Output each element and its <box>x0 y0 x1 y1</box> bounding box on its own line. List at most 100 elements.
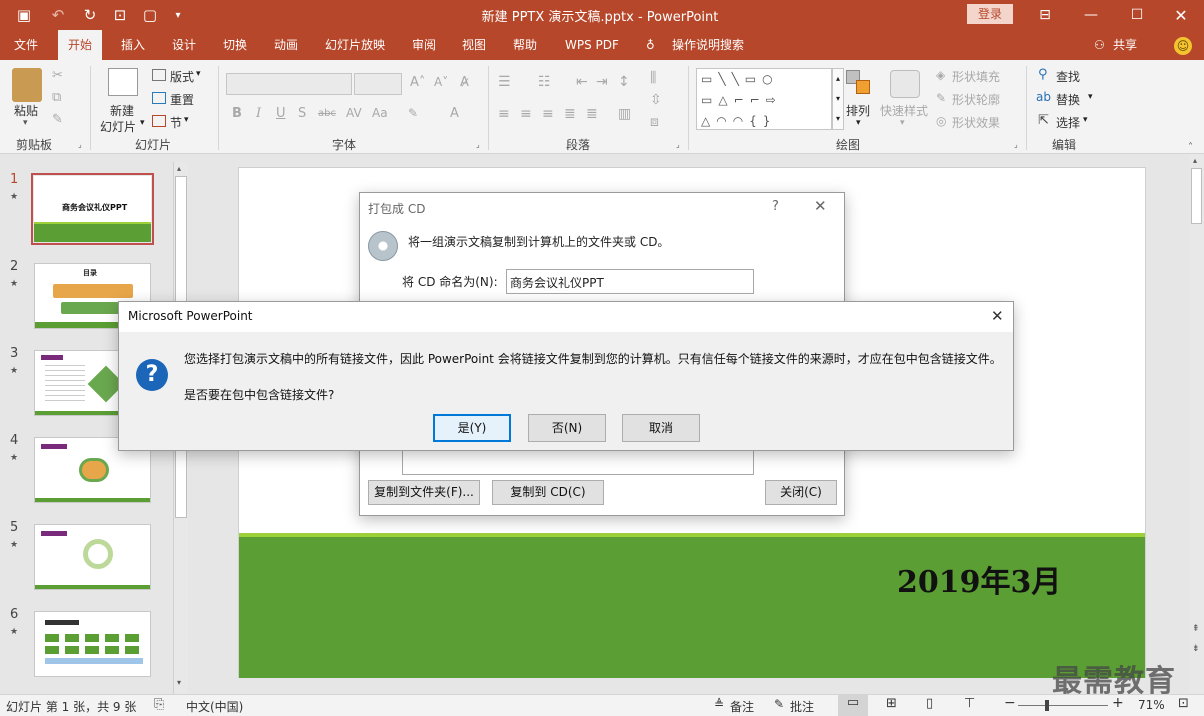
tab-slideshow[interactable]: 幻灯片放映 <box>325 30 385 60</box>
clear-formatting-icon[interactable]: A̷ <box>460 75 469 90</box>
arrange-icon[interactable] <box>846 70 872 96</box>
save-icon[interactable]: ▣ <box>12 3 36 27</box>
help-icon[interactable]: ? <box>772 199 779 214</box>
zoom-level[interactable]: 71% <box>1138 698 1165 712</box>
tab-design[interactable]: 设计 <box>172 30 196 60</box>
cut-icon[interactable]: ✂ <box>52 68 63 83</box>
no-button[interactable]: 否(N) <box>528 414 606 442</box>
fit-to-window-icon[interactable]: ⊡ <box>1178 696 1189 711</box>
align-center-icon[interactable]: ≡ <box>520 106 532 122</box>
next-slide-icon[interactable]: ⇟ <box>1192 644 1200 654</box>
paste-icon[interactable] <box>12 68 42 102</box>
slide-thumbnail[interactable] <box>34 524 151 590</box>
find-button[interactable]: 查找 <box>1056 68 1080 85</box>
paragraph-launcher-icon[interactable]: ⌟ <box>676 140 680 149</box>
text-direction-icon[interactable]: ⫼ <box>650 70 656 86</box>
copy-icon[interactable]: ⧉ <box>52 90 61 105</box>
scroll-down-icon[interactable]: ▾ <box>177 678 181 687</box>
shape-effects-button[interactable]: 形状效果 <box>952 114 1000 131</box>
columns-icon[interactable]: ▥ <box>618 106 631 122</box>
align-right-icon[interactable]: ≡ <box>542 106 554 122</box>
font-color-icon[interactable]: A <box>450 106 459 121</box>
notes-button[interactable]: 备注 <box>730 698 754 715</box>
redo-icon[interactable]: ↻ <box>78 3 102 27</box>
line-spacing-icon[interactable]: ↕ <box>618 74 630 90</box>
comments-button[interactable]: 批注 <box>790 698 814 715</box>
present-from-start-icon[interactable]: ⊡ <box>108 3 132 27</box>
scroll-up-icon[interactable]: ▴ <box>1193 156 1197 165</box>
paste-button[interactable]: 粘贴 <box>14 102 38 119</box>
arrange-dropdown-icon[interactable]: ▾ <box>856 118 861 128</box>
quick-styles-button[interactable]: 快速样式 <box>880 102 928 119</box>
highlight-icon[interactable]: ✎ <box>408 106 418 120</box>
character-spacing-icon[interactable]: AV <box>346 106 362 120</box>
layout-button[interactable]: 版式 <box>170 68 194 85</box>
shapes-gallery[interactable]: ▭╲╲▭○ ▭△⌐⌐⇨ △◠◠{} <box>696 68 832 130</box>
replace-dropdown-icon[interactable]: ▾ <box>1088 92 1093 102</box>
increase-indent-icon[interactable]: ⇥ <box>596 74 608 90</box>
font-size-combobox[interactable] <box>354 73 402 95</box>
new-slide-dropdown-icon[interactable]: ▾ <box>140 118 145 128</box>
minimize-icon[interactable]: — <box>1068 0 1114 30</box>
layout-dropdown-icon[interactable]: ▾ <box>196 69 201 79</box>
section-button[interactable]: 节 <box>170 114 182 131</box>
tab-wps-pdf[interactable]: WPS PDF <box>565 30 619 60</box>
tab-view[interactable]: 视图 <box>462 30 486 60</box>
shapes-gallery-scroll[interactable]: ▴ ▾ ▾ <box>832 68 844 130</box>
yes-button[interactable]: 是(Y) <box>433 414 511 442</box>
strikethrough-icon[interactable]: abc <box>318 108 336 119</box>
cd-name-input[interactable]: 商务会议礼仪PPT <box>506 269 754 294</box>
quick-styles-dropdown-icon[interactable]: ▾ <box>900 118 905 128</box>
section-dropdown-icon[interactable]: ▾ <box>184 115 189 125</box>
spelling-check-icon[interactable]: ⎘ <box>154 697 164 712</box>
quick-styles-icon[interactable] <box>890 70 920 98</box>
align-text-icon[interactable]: ⇳ <box>650 92 662 108</box>
close-dialog-icon[interactable]: ✕ <box>991 307 1004 325</box>
zoom-in-icon[interactable]: + <box>1112 695 1124 711</box>
reading-view-icon[interactable]: ▯ <box>926 696 933 711</box>
select-button[interactable]: 选择 <box>1056 114 1080 131</box>
clipboard-launcher-icon[interactable]: ⌟ <box>78 140 82 149</box>
zoom-out-icon[interactable]: − <box>1004 695 1016 711</box>
align-left-icon[interactable]: ≡ <box>498 106 510 122</box>
login-button[interactable]: 登录 <box>967 4 1013 24</box>
decrease-font-size-icon[interactable]: A˅ <box>434 75 448 89</box>
slide-sorter-icon[interactable]: ⊞ <box>886 696 897 711</box>
close-window-icon[interactable]: ✕ <box>1158 0 1204 30</box>
normal-view-icon[interactable]: ▭ <box>838 695 868 716</box>
close-dialog-icon[interactable]: ✕ <box>814 197 827 215</box>
font-launcher-icon[interactable]: ⌟ <box>476 140 480 149</box>
reset-button[interactable]: 重置 <box>170 91 194 108</box>
previous-slide-icon[interactable]: ⇞ <box>1192 624 1200 634</box>
zoom-slider-thumb[interactable] <box>1045 700 1049 711</box>
distributed-icon[interactable]: ≣ <box>586 106 598 122</box>
cancel-button[interactable]: 取消 <box>622 414 700 442</box>
tab-review[interactable]: 审阅 <box>412 30 436 60</box>
change-case-icon[interactable]: Aa <box>372 106 388 120</box>
tab-home[interactable]: 开始 <box>58 30 103 60</box>
bold-icon[interactable]: B <box>232 106 242 121</box>
edit-area-scrollbar[interactable]: ▴ ⇞ ⇟ <box>1189 154 1204 694</box>
increase-font-size-icon[interactable]: A˄ <box>410 75 425 90</box>
new-slide-icon[interactable] <box>108 68 138 96</box>
collapse-ribbon-icon[interactable]: ˄ <box>1188 142 1193 153</box>
tab-transitions[interactable]: 切换 <box>223 30 247 60</box>
italic-icon[interactable]: I <box>256 106 261 121</box>
tell-me-search[interactable]: 操作说明搜索 <box>672 30 744 60</box>
replace-button[interactable]: 替换 <box>1056 91 1080 108</box>
slide-thumbnail[interactable]: 商务会议礼仪PPT <box>34 176 151 242</box>
zoom-slider[interactable] <box>1018 705 1108 706</box>
copy-to-cd-button[interactable]: 复制到 CD(C) <box>492 480 604 505</box>
bullets-icon[interactable]: ☰ <box>498 74 511 90</box>
smiley-feedback-icon[interactable]: ☺ <box>1174 37 1192 55</box>
tab-animations[interactable]: 动画 <box>274 30 298 60</box>
slideshow-view-icon[interactable]: ⊤ <box>964 696 975 711</box>
edit-scroll-thumb[interactable] <box>1191 168 1202 224</box>
language-status[interactable]: 中文(中国) <box>186 698 243 715</box>
paste-dropdown-icon[interactable]: ▾ <box>23 118 28 128</box>
shape-outline-button[interactable]: 形状轮廓 <box>952 91 1000 108</box>
share-button[interactable]: 共享 <box>1113 30 1137 60</box>
close-button[interactable]: 关闭(C) <box>765 480 837 505</box>
tab-help[interactable]: 帮助 <box>513 30 537 60</box>
maximize-icon[interactable]: ☐ <box>1114 0 1160 30</box>
